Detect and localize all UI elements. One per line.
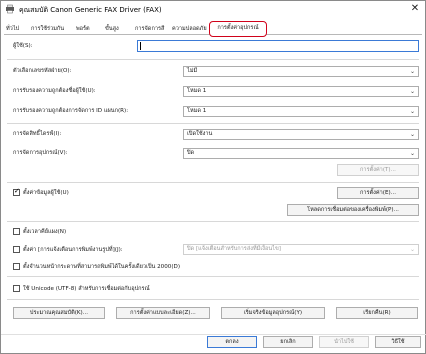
tab-bar: ทั่วไป การใช้ร่วมกัน พอร์ต ขั้นสูง การจั… bbox=[4, 21, 422, 37]
restore-button[interactable]: เรียกคืน(R) bbox=[336, 307, 418, 319]
page-limit-label: ตั้งจำนวนหน้ากระดาษที่สามารถพิมพ์ได้ในคร… bbox=[23, 264, 181, 270]
user-label: ผู้ใช้(S): bbox=[13, 43, 33, 49]
close-button[interactable]: ✕ bbox=[409, 3, 421, 15]
help-button[interactable]: วิธีใช้ bbox=[375, 336, 421, 348]
user-input[interactable] bbox=[137, 40, 419, 52]
panel-timer-label: ตั้งเวลาคีย์แผง(N) bbox=[23, 229, 67, 235]
user-info-checkbox[interactable] bbox=[13, 187, 20, 196]
properties-dialog: คุณสมบัติ Canon Generic FAX Driver (FAX)… bbox=[0, 0, 426, 354]
dept-auth-combo[interactable]: โหมด 1 ⌄ bbox=[183, 106, 419, 117]
chevron-down-icon: ⌄ bbox=[409, 246, 415, 253]
about-button[interactable]: ประมาณคุณสมบัติ(K)... bbox=[13, 307, 105, 319]
window-title: คุณสมบัติ Canon Generic FAX Driver (FAX) bbox=[19, 6, 162, 14]
chevron-down-icon: ⌄ bbox=[409, 88, 415, 95]
footer-divider bbox=[1, 334, 426, 335]
cancel-button[interactable]: ยกเลิก bbox=[263, 336, 313, 348]
apply-button[interactable]: นำไปใช้ bbox=[319, 336, 369, 348]
auto-detect-combo[interactable]: เปิดใช้งาน ⌄ bbox=[183, 129, 419, 140]
separator bbox=[7, 59, 419, 60]
chevron-down-icon: ⌄ bbox=[409, 131, 415, 138]
separator bbox=[7, 299, 419, 300]
separator bbox=[7, 221, 419, 222]
user-auth-combo[interactable]: โหมด 1 ⌄ bbox=[183, 86, 419, 97]
text-caret bbox=[140, 42, 141, 50]
get-device-info-button[interactable]: เริ่มจริงข้อมูลอุปกรณ์(Y) bbox=[221, 307, 325, 319]
separator bbox=[7, 276, 419, 277]
print-notify-checkbox[interactable] bbox=[13, 246, 20, 253]
panel-timer-checkbox[interactable] bbox=[13, 228, 20, 235]
dept-select-combo[interactable]: ไม่มี ⌄ bbox=[183, 66, 419, 77]
chevron-down-icon: ⌄ bbox=[409, 150, 415, 157]
user-info-label: ตั้งค่าข้อมูลผู้ใช้(U) bbox=[23, 190, 69, 196]
unicode-label: ใช้ Unicode (UTF-8) สำหรับการเชื่อมต่อกั… bbox=[23, 286, 150, 292]
ok-button[interactable]: ตกลง bbox=[207, 336, 257, 348]
unicode-checkbox[interactable] bbox=[13, 285, 20, 292]
user-auth-label: การรับรองความถูกต้องชื่อผู้ใช้(U): bbox=[13, 88, 96, 94]
dept-select-label: ตัวเลือกเลขรหัสฝ่าย(O): bbox=[13, 68, 72, 74]
device-mgmt-settings-button[interactable]: การตั้งค่า(T)... bbox=[337, 164, 419, 176]
separator bbox=[7, 123, 419, 124]
user-info-settings-button[interactable]: การตั้งค่า(E)... bbox=[337, 187, 419, 199]
close-icon: ✕ bbox=[410, 3, 420, 14]
detailed-settings-button[interactable]: การตั้งค่าแบบละเอียด(Z)... bbox=[116, 307, 210, 319]
print-notify-combo[interactable]: ปิด [แจ้งเตือนสำหรับการส่งที่มีเงื่อนไข]… bbox=[183, 244, 419, 255]
page-limit-checkbox[interactable] bbox=[13, 263, 20, 270]
chevron-down-icon: ⌄ bbox=[409, 108, 415, 115]
chevron-down-icon: ⌄ bbox=[409, 68, 415, 75]
load-printer-connection-button[interactable]: โหลดการเชื่อมต่อของเครื่องพิมพ์(P)... bbox=[287, 204, 419, 216]
printer-icon bbox=[6, 4, 14, 14]
title-bar: คุณสมบัติ Canon Generic FAX Driver (FAX)… bbox=[1, 1, 425, 17]
separator bbox=[7, 182, 419, 183]
auto-detect-label: การจัดสิทธิ์ไดรฟ์(I): bbox=[13, 131, 62, 137]
print-notify-label: ตั้งค่า [การแจ้งเตือนการพิมพ์งานรูปที่](… bbox=[23, 247, 123, 253]
tab-device-settings[interactable]: การตั้งค่าอุปกรณ์ bbox=[209, 21, 267, 37]
device-mgmt-label: การจัดการอุปกรณ์(V): bbox=[13, 150, 68, 156]
dept-auth-label: การรับรองความถูกต้องการจัดการ ID แผนก(R)… bbox=[13, 108, 129, 114]
device-settings-panel: ผู้ใช้(S): ตัวเลือกเลขรหัสฝ่าย(O): ไม่มี… bbox=[7, 37, 419, 330]
device-mgmt-combo[interactable]: ปิด ⌄ bbox=[183, 148, 419, 159]
